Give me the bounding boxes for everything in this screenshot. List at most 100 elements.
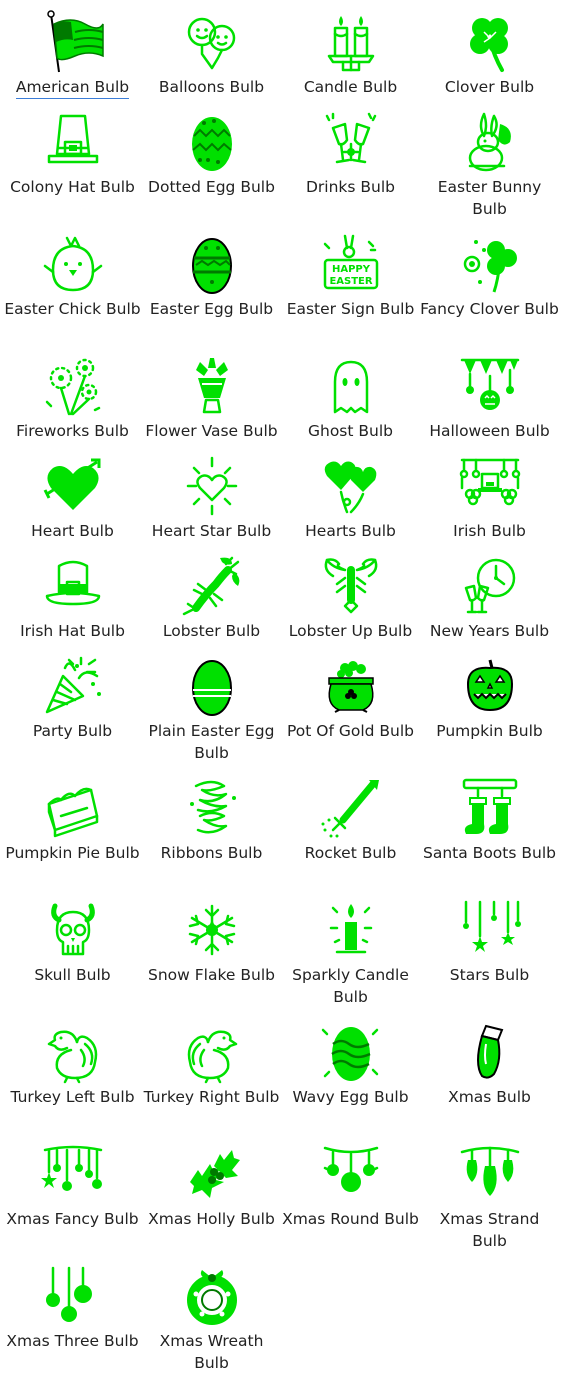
santa-boots-icon	[458, 776, 522, 840]
bulb-tile-easter-egg[interactable]: Easter Egg Bulb	[142, 232, 281, 324]
bulb-label: Xmas Strand Bulb	[439, 1210, 540, 1250]
bulb-tile-fancy-clover[interactable]: Fancy Clover Bulb	[420, 232, 559, 324]
candle-icon	[319, 10, 383, 74]
american-flag-icon	[41, 10, 105, 74]
bulb-tile-stars[interactable]: Stars Bulb	[420, 898, 559, 990]
bulb-tile-halloween[interactable]: Halloween Bulb	[420, 354, 559, 446]
bulb-label: Fancy Clover Bulb	[420, 300, 559, 318]
bulb-label: Easter Chick Bulb	[4, 300, 141, 318]
bulb-label: Pumpkin Pie Bulb	[5, 844, 140, 862]
bulb-tile-lobster-up[interactable]: Lobster Up Bulb	[281, 554, 420, 646]
xmas-fancy-icon	[40, 1142, 105, 1206]
fireworks-icon	[41, 354, 105, 418]
flower-vase-icon	[180, 354, 244, 418]
xmas-bulb-icon	[458, 1020, 522, 1084]
bulb-tile-irish-hat[interactable]: Irish Hat Bulb	[3, 554, 142, 646]
bulb-label: Rocket Bulb	[304, 844, 397, 862]
bulb-label: Xmas Holly Bulb	[148, 1210, 275, 1228]
bulb-label: Halloween Bulb	[429, 422, 550, 440]
bulb-label: Sparkly Candle Bulb	[292, 966, 409, 1006]
bulb-tile-clover[interactable]: Clover Bulb	[420, 10, 559, 102]
bulb-label: Heart Star Bulb	[151, 522, 272, 540]
party-icon	[41, 654, 105, 718]
bulb-label: Candle Bulb	[303, 78, 398, 96]
bulb-tile-drinks[interactable]: Drinks Bulb	[281, 110, 420, 202]
bulb-tile-xmas-fancy[interactable]: Xmas Fancy Bulb	[3, 1142, 142, 1234]
bulb-label: Fireworks Bulb	[16, 422, 129, 440]
bulb-tile-plain-easter-egg[interactable]: Plain Easter Egg Bulb	[142, 654, 281, 762]
bulb-tile-candle[interactable]: Candle Bulb	[281, 10, 420, 102]
bulb-tile-flower-vase[interactable]: Flower Vase Bulb	[142, 354, 281, 446]
bulb-tile-xmas-three[interactable]: Xmas Three Bulb	[3, 1264, 142, 1356]
bulb-tile-sparkly-candle[interactable]: Sparkly Candle Bulb	[281, 898, 420, 1006]
lobster-icon	[180, 554, 244, 618]
new-years-icon	[458, 554, 522, 618]
bulb-label: New Years Bulb	[429, 622, 550, 640]
bulb-tile-easter-chick[interactable]: Easter Chick Bulb	[3, 232, 142, 324]
halloween-icon	[458, 354, 522, 418]
bulb-label: Flower Vase Bulb	[145, 422, 278, 440]
xmas-holly-icon	[180, 1142, 244, 1206]
xmas-three-icon	[41, 1264, 105, 1328]
bulb-label: Xmas Fancy Bulb	[6, 1210, 139, 1228]
selected-label-text: American Bulb	[15, 78, 130, 99]
bulb-tile-xmas-wreath[interactable]: Xmas Wreath Bulb	[142, 1264, 281, 1372]
bulb-tile-pot-of-gold[interactable]: Pot Of Gold Bulb	[281, 654, 420, 746]
bulb-tile-santa-boots[interactable]: Santa Boots Bulb	[420, 776, 559, 868]
bulb-label: Irish Hat Bulb	[20, 622, 125, 640]
bulb-tile-rocket[interactable]: Rocket Bulb	[281, 776, 420, 868]
bulb-tile-xmas-round[interactable]: Xmas Round Bulb	[281, 1142, 420, 1234]
bulb-tile-colony-hat[interactable]: Colony Hat Bulb	[3, 110, 142, 202]
bulb-tile-dotted-egg[interactable]: Dotted Egg Bulb	[142, 110, 281, 202]
bulb-label: Pumpkin Bulb	[436, 722, 543, 740]
easter-egg-icon	[180, 232, 244, 296]
bulb-tile-party[interactable]: Party Bulb	[3, 654, 142, 746]
bulb-tile-pumpkin-pie[interactable]: Pumpkin Pie Bulb	[3, 776, 142, 868]
bulb-tile-american-flag[interactable]: American Bulb	[3, 10, 142, 102]
xmas-wreath-icon	[180, 1264, 244, 1328]
dotted-egg-icon	[180, 110, 244, 174]
bulb-tile-xmas-holly[interactable]: Xmas Holly Bulb	[142, 1142, 281, 1234]
bulb-tile-irish[interactable]: Irish Bulb	[420, 454, 559, 546]
balloons-icon	[180, 10, 244, 74]
bulb-label: Clover Bulb	[444, 78, 535, 96]
bulb-label: Ribbons Bulb	[160, 844, 263, 862]
bulb-tile-balloons[interactable]: Balloons Bulb	[142, 10, 281, 102]
fancy-clover-icon	[458, 232, 522, 296]
bulb-tile-lobster[interactable]: Lobster Bulb	[142, 554, 281, 646]
bulb-tile-fireworks[interactable]: Fireworks Bulb	[3, 354, 142, 446]
bulb-tile-easter-bunny[interactable]: Easter Bunny Bulb	[420, 110, 559, 218]
stars-icon	[458, 898, 522, 962]
bulb-tile-snowflake[interactable]: Snow Flake Bulb	[142, 898, 281, 990]
lobster-up-icon	[319, 554, 383, 618]
bulb-label: Skull Bulb	[34, 966, 111, 984]
wavy-egg-icon	[319, 1020, 383, 1084]
bulb-tile-heart-star[interactable]: Heart Star Bulb	[142, 454, 281, 546]
turkey-left-icon	[41, 1020, 105, 1084]
bulb-tile-skull[interactable]: Skull Bulb	[3, 898, 142, 990]
colony-hat-icon	[41, 110, 105, 174]
bulb-label: American Bulb	[3, 76, 142, 99]
hearts-icon	[319, 454, 383, 518]
bulb-tile-wavy-egg[interactable]: Wavy Egg Bulb	[281, 1020, 420, 1112]
bulb-label: Colony Hat Bulb	[10, 178, 135, 196]
bulb-label: Xmas Wreath Bulb	[159, 1332, 264, 1372]
bulb-tile-ribbons[interactable]: Ribbons Bulb	[142, 776, 281, 868]
bulb-label: Stars Bulb	[449, 966, 530, 984]
easter-chick-icon	[41, 232, 105, 296]
bulb-tile-pumpkin[interactable]: Pumpkin Bulb	[420, 654, 559, 746]
pot-of-gold-icon	[319, 654, 383, 718]
sparkly-candle-icon	[319, 898, 383, 962]
bulb-tile-ghost[interactable]: Ghost Bulb	[281, 354, 420, 446]
bulb-tile-easter-sign[interactable]: HAPPY EASTER Easter Sign Bulb	[281, 232, 420, 324]
bulb-tile-hearts[interactable]: Hearts Bulb	[281, 454, 420, 546]
bulb-tile-xmas-strand[interactable]: Xmas Strand Bulb	[420, 1142, 559, 1250]
bulb-label: Balloons Bulb	[158, 78, 265, 96]
bulb-tile-new-years[interactable]: New Years Bulb	[420, 554, 559, 646]
bulb-tile-xmas-bulb[interactable]: Xmas Bulb	[420, 1020, 559, 1112]
bulb-tile-heart-arrow[interactable]: Heart Bulb	[3, 454, 142, 546]
drinks-icon	[319, 110, 383, 174]
bulb-tile-turkey-left[interactable]: Turkey Left Bulb	[3, 1020, 142, 1112]
heart-arrow-icon	[41, 454, 105, 518]
bulb-tile-turkey-right[interactable]: Turkey Right Bulb	[142, 1020, 281, 1112]
